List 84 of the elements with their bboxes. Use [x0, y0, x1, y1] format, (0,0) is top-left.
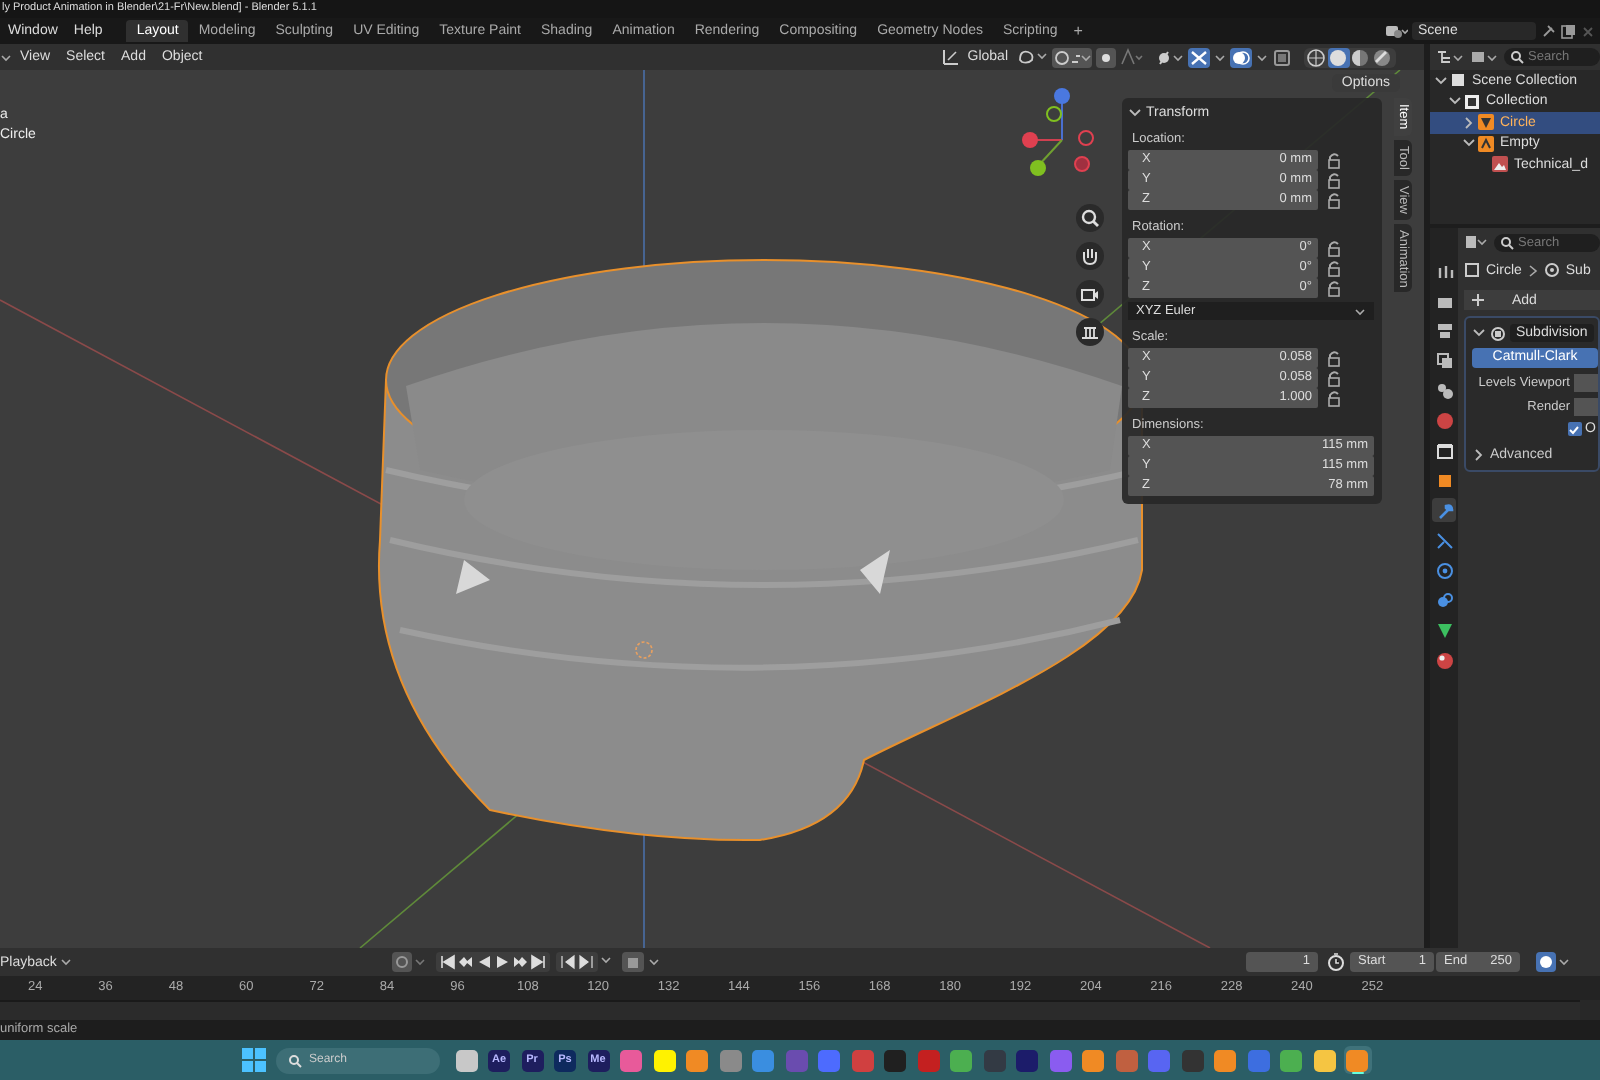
output-properties-tab[interactable]	[1432, 318, 1456, 342]
view-layer-icon	[1435, 351, 1453, 369]
empty-icon	[1478, 135, 1494, 152]
physics-properties-tab[interactable]	[1432, 558, 1456, 582]
falloff-icon	[1120, 48, 1144, 66]
zoom-icon[interactable]	[1076, 204, 1104, 232]
xray-icon	[1272, 47, 1292, 67]
subdivision-icon	[1490, 325, 1506, 341]
jump-start-icon[interactable]	[440, 954, 457, 970]
taskbar-app-icon[interactable]	[455, 1049, 477, 1071]
origin-icon	[635, 641, 653, 659]
play-icon[interactable]	[494, 954, 511, 970]
material-icon	[1435, 651, 1453, 669]
taskbar-app-icon[interactable]	[1280, 1049, 1302, 1071]
physics-icon	[1435, 561, 1453, 579]
copy-icon	[1560, 23, 1576, 39]
view-layer-properties-tab[interactable]	[1432, 348, 1456, 372]
taskbar-app-icon[interactable]	[1082, 1049, 1104, 1071]
add-workspace-button[interactable]: +	[1067, 22, 1089, 40]
plus-icon	[1472, 294, 1484, 306]
modifier-icon	[1435, 501, 1453, 519]
search-icon	[287, 1053, 301, 1067]
mesh-icon	[1478, 114, 1494, 131]
data-icon	[1435, 621, 1453, 639]
caret-icon	[1214, 49, 1226, 65]
caret-icon	[60, 956, 73, 968]
object-icon	[1435, 471, 1453, 489]
previous-key-icon[interactable]	[560, 954, 577, 970]
caret-icon	[598, 956, 615, 968]
collection-icon	[1435, 441, 1453, 459]
caret-icon	[1354, 305, 1366, 317]
grid-icon[interactable]	[1076, 318, 1104, 346]
object-icon	[1464, 262, 1480, 278]
play-reverse-icon[interactable]	[476, 954, 493, 970]
constraints-icon	[1435, 591, 1453, 609]
scene-properties-tab[interactable]	[1432, 378, 1456, 402]
world-properties-tab[interactable]	[1432, 408, 1456, 432]
rendered-shading-button[interactable]	[1372, 47, 1394, 67]
particles-properties-tab[interactable]	[1432, 528, 1456, 552]
data-properties-tab[interactable]	[1432, 618, 1456, 642]
number-field[interactable]	[1574, 374, 1598, 392]
proportional-edit-icon	[1096, 47, 1116, 67]
taskbar-app-icon[interactable]	[1214, 1049, 1236, 1071]
taskbar-app-icon[interactable]	[653, 1049, 675, 1071]
navigation-gizmo-drawing	[1022, 88, 1094, 176]
scene-collection-icon	[1450, 72, 1466, 89]
pin-icon	[1540, 23, 1556, 39]
collection-icon	[1464, 93, 1480, 110]
next-keyframe-icon[interactable]	[512, 954, 529, 970]
display-mode-icon	[1436, 48, 1464, 66]
number-field[interactable]	[1574, 398, 1598, 416]
stopwatch-icon	[1326, 952, 1346, 972]
material-shading-button[interactable]	[1350, 47, 1372, 67]
wireframe-shading-button[interactable]	[1306, 47, 1328, 67]
camera-icon[interactable]	[1076, 280, 1104, 308]
particles-icon	[1435, 531, 1453, 549]
chevron-icon	[1527, 263, 1538, 277]
solid-shading-button[interactable]	[1328, 47, 1350, 67]
constraints-properties-tab[interactable]	[1432, 588, 1456, 612]
material-properties-tab[interactable]	[1432, 648, 1456, 672]
taskbar-app-icon[interactable]	[686, 1049, 708, 1071]
collection-properties-tab[interactable]	[1432, 438, 1456, 462]
jump-end-icon[interactable]	[530, 954, 547, 970]
caret-icon	[1256, 49, 1268, 65]
image-icon	[1492, 156, 1508, 173]
output-icon	[1435, 321, 1453, 339]
taskbar-app-icon[interactable]	[1313, 1049, 1335, 1071]
snap-icon	[1052, 47, 1092, 67]
windows-start-icon[interactable]	[242, 1048, 266, 1072]
taskbar-app-icon[interactable]	[950, 1049, 972, 1071]
search-icon	[1500, 235, 1514, 249]
previous-keyframe-icon[interactable]	[458, 954, 475, 970]
checkmark-icon	[1568, 423, 1581, 435]
search-icon	[1510, 50, 1524, 64]
modifier-icon	[1543, 262, 1560, 278]
caret-icon	[0, 49, 12, 65]
close-icon	[1580, 23, 1596, 39]
modifier-properties-tab[interactable]	[1432, 498, 1456, 522]
hand-icon[interactable]	[1076, 242, 1104, 270]
world-icon	[1435, 411, 1453, 429]
next-key-icon[interactable]	[578, 954, 595, 970]
tool-icon	[1435, 261, 1453, 279]
axes-icon	[941, 48, 960, 66]
checkbox[interactable]	[1567, 422, 1582, 436]
